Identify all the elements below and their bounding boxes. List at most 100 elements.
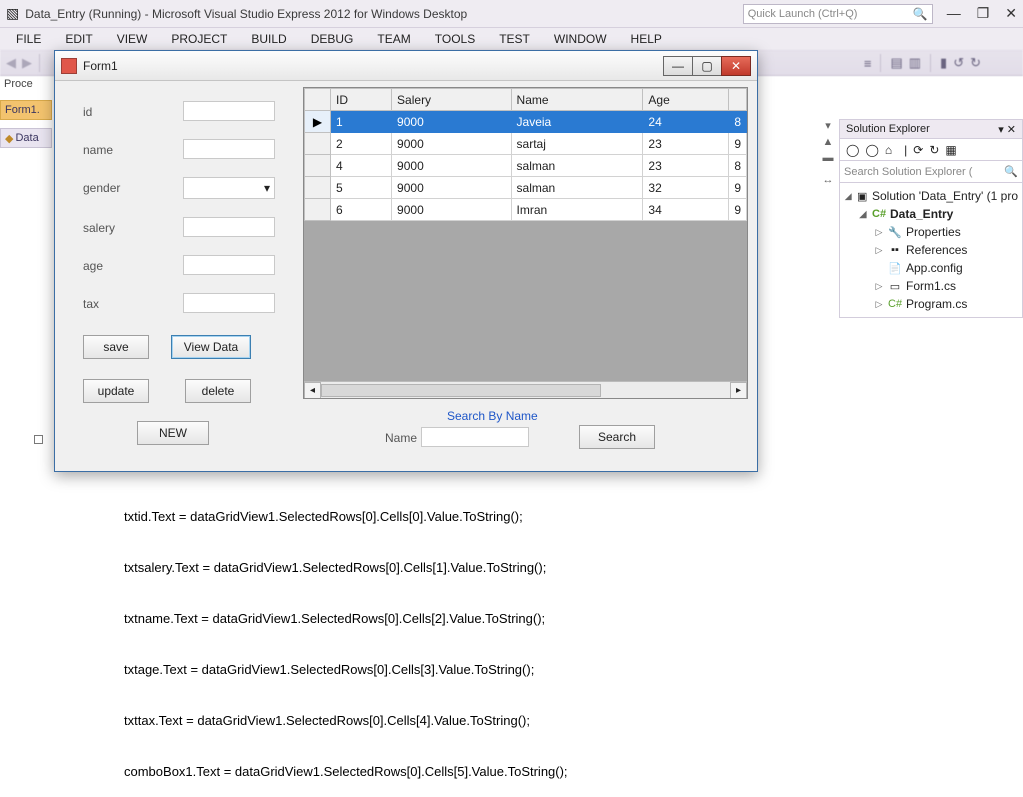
panel-options-icon[interactable]: ▾ ✕ xyxy=(998,123,1016,136)
grid-row[interactable]: ▶ 19000Javeia248 xyxy=(305,111,747,133)
comment-icon[interactable]: ≡ xyxy=(864,56,872,71)
form1-title-text: Form1 xyxy=(83,59,118,73)
doc-tab-form1[interactable]: Form1. xyxy=(0,100,52,120)
form-icon xyxy=(61,58,77,74)
code-editor[interactable]: txtid.Text = dataGridView1.SelectedRows[… xyxy=(54,474,824,797)
menu-window[interactable]: WINDOW xyxy=(544,30,617,48)
wrench-icon: 🔧 xyxy=(888,226,902,239)
input-tax[interactable] xyxy=(183,293,275,313)
menu-file[interactable]: FILE xyxy=(6,30,51,48)
menu-team[interactable]: TEAM xyxy=(367,30,420,48)
menu-test[interactable]: TEST xyxy=(489,30,540,48)
tree-project[interactable]: ◢C#Data_Entry xyxy=(840,205,1022,223)
scroll-left-icon[interactable]: ◂ xyxy=(304,382,321,399)
marker-icon: ↔ xyxy=(823,174,834,186)
col-id[interactable]: ID xyxy=(331,89,392,111)
input-salery[interactable] xyxy=(183,217,275,237)
tree-programcs[interactable]: ▷C#Program.cs xyxy=(840,295,1022,313)
code-line: txtage.Text = dataGridView1.SelectedRows… xyxy=(54,661,824,678)
menu-view[interactable]: VIEW xyxy=(107,30,158,48)
tree-references[interactable]: ▷▪▪References xyxy=(840,241,1022,259)
solution-icon: ▣ xyxy=(856,190,868,203)
data-grid[interactable]: ID Salery Name Age ▶ 19000Javeia248 2900… xyxy=(303,87,748,399)
code-outline-gutter xyxy=(32,440,46,580)
refresh-icon[interactable]: ⟳ xyxy=(913,143,923,157)
menu-edit[interactable]: EDIT xyxy=(55,30,102,48)
update-button[interactable]: update xyxy=(83,379,149,403)
vs-close-button[interactable]: ✕ xyxy=(1005,5,1017,22)
nav-back-icon[interactable]: ◀ xyxy=(6,55,16,71)
vs-logo-icon: ▧ xyxy=(6,5,19,22)
tree-solution[interactable]: ◢▣Solution 'Data_Entry' (1 pro xyxy=(840,187,1022,205)
solution-explorer: Solution Explorer ▾ ✕ ◯ ◯ ⌂ | ⟳ ↻ ▦ Sear… xyxy=(839,119,1023,318)
menu-build[interactable]: BUILD xyxy=(241,30,296,48)
dropdown-icon[interactable]: ▾ xyxy=(825,119,831,132)
col-salery[interactable]: Salery xyxy=(392,89,511,111)
bookmark-icon[interactable]: ▮ xyxy=(940,55,947,71)
grid-hscrollbar[interactable]: ◂ ▸ xyxy=(304,381,747,398)
new-button[interactable]: NEW xyxy=(137,421,209,445)
vs-restore-button[interactable]: ❐ xyxy=(977,5,990,22)
grid-row[interactable]: 29000sartaj239 xyxy=(305,133,747,155)
vs-minimize-button[interactable]: — xyxy=(947,5,961,22)
config-icon: 📄 xyxy=(888,262,902,275)
label-id: id xyxy=(83,105,92,119)
solution-explorer-search[interactable]: Search Solution Explorer ( 🔍 xyxy=(839,161,1023,183)
menu-tools[interactable]: TOOLS xyxy=(425,30,485,48)
form1-maximize-button[interactable]: ▢ xyxy=(692,56,722,76)
save-button[interactable]: save xyxy=(83,335,149,359)
csharp-icon: ◆ xyxy=(5,132,13,145)
input-age[interactable] xyxy=(183,255,275,275)
delete-button[interactable]: delete xyxy=(185,379,251,403)
grid-row[interactable]: 59000salman329 xyxy=(305,177,747,199)
search-button[interactable]: Search xyxy=(579,425,655,449)
solution-tree: ◢▣Solution 'Data_Entry' (1 pro ◢C#Data_E… xyxy=(839,183,1023,318)
sync-icon[interactable]: ↻ xyxy=(929,143,939,157)
vs-main-menu: FILE EDIT VIEW PROJECT BUILD DEBUG TEAM … xyxy=(0,28,1023,50)
grid-row[interactable]: 69000Imran349 xyxy=(305,199,747,221)
tree-form1cs[interactable]: ▷▭Form1.cs xyxy=(840,277,1022,295)
form1-close-button[interactable]: ✕ xyxy=(721,56,751,76)
scroll-up-icon[interactable]: ▲ xyxy=(823,136,834,148)
input-name[interactable] xyxy=(183,139,275,159)
quick-launch-placeholder: Quick Launch (Ctrl+Q) xyxy=(748,8,858,20)
search-name-input[interactable] xyxy=(421,427,529,447)
grid-row[interactable]: 49000salman238 xyxy=(305,155,747,177)
menu-help[interactable]: HELP xyxy=(621,30,672,48)
col-overflow[interactable] xyxy=(729,89,747,111)
col-age[interactable]: Age xyxy=(643,89,729,111)
combo-gender[interactable]: ▾ xyxy=(183,177,275,199)
grid-corner[interactable] xyxy=(305,89,331,111)
tree-appconfig[interactable]: 📄App.config xyxy=(840,259,1022,277)
undo-icon[interactable]: ↺ xyxy=(953,55,964,71)
col-name[interactable]: Name xyxy=(511,89,643,111)
back-icon[interactable]: ◯ xyxy=(846,143,859,157)
label-age: age xyxy=(83,259,103,273)
right-gutter: ▾ ▲ ▬ ↔ xyxy=(819,119,837,186)
chevron-down-icon: ▾ xyxy=(264,181,270,195)
toolbox-icon[interactable]: ▤ xyxy=(890,55,902,71)
redo-icon[interactable]: ↻ xyxy=(970,55,981,71)
scroll-thumb[interactable] xyxy=(321,384,601,397)
solution-explorer-title[interactable]: Solution Explorer ▾ ✕ xyxy=(839,119,1023,139)
nav-fwd-icon[interactable]: ▶ xyxy=(22,55,32,71)
menu-project[interactable]: PROJECT xyxy=(161,30,237,48)
form1-titlebar[interactable]: Form1 — ▢ ✕ xyxy=(55,51,757,81)
code-line: comboBox1.Text = dataGridView1.SelectedR… xyxy=(54,763,824,780)
csproj-icon: C# xyxy=(872,208,886,220)
view-data-button[interactable]: View Data xyxy=(171,335,251,359)
home-icon[interactable]: ⌂ xyxy=(885,143,892,157)
outdent-icon[interactable]: ▥ xyxy=(909,55,921,71)
menu-debug[interactable]: DEBUG xyxy=(301,30,364,48)
doc-tab-data[interactable]: ◆Data xyxy=(0,128,52,148)
quick-launch-input[interactable]: Quick Launch (Ctrl+Q) 🔍 xyxy=(743,4,933,24)
form1-minimize-button[interactable]: — xyxy=(663,56,693,76)
outline-toggle-icon[interactable] xyxy=(34,435,43,444)
showall-icon[interactable]: ▦ xyxy=(945,143,956,157)
search-heading: Search By Name xyxy=(447,409,538,423)
scroll-right-icon[interactable]: ▸ xyxy=(730,382,747,399)
fwd-icon[interactable]: ◯ xyxy=(865,143,878,157)
tree-properties[interactable]: ▷🔧Properties xyxy=(840,223,1022,241)
marker-icon: ▬ xyxy=(823,152,834,164)
input-id[interactable] xyxy=(183,101,275,121)
